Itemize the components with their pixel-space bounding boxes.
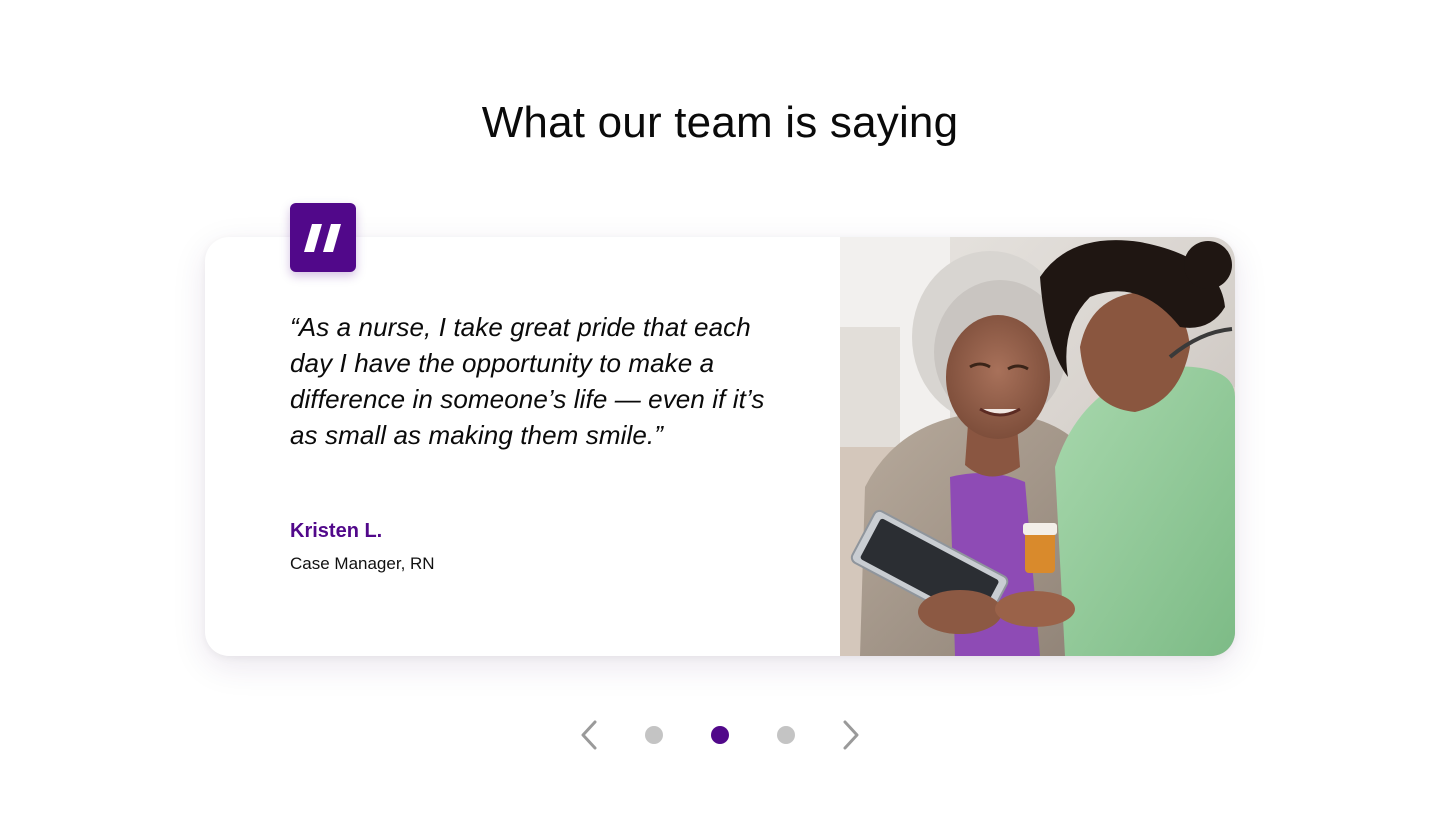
carousel-dot-2-active[interactable]	[711, 726, 729, 744]
chevron-right-icon[interactable]	[833, 717, 865, 753]
chevron-left-icon[interactable]	[575, 717, 607, 753]
author-role: Case Manager, RN	[290, 554, 435, 573]
quote-mark-icon	[290, 203, 356, 272]
testimonial-quote: “As a nurse, I take great pride that eac…	[290, 312, 765, 450]
carousel-dot-1[interactable]	[645, 726, 663, 744]
testimonial-card: “As a nurse, I take great pride that eac…	[205, 237, 1235, 656]
carousel-controls	[575, 715, 865, 755]
carousel-dot-3[interactable]	[777, 726, 795, 744]
section-heading: What our team is saying	[481, 98, 959, 147]
testimonial-photo	[840, 237, 1235, 656]
author-name: Kristen L.	[290, 520, 383, 542]
testimonials-section: What our team is saying “As a nurse, I t…	[0, 0, 1440, 839]
